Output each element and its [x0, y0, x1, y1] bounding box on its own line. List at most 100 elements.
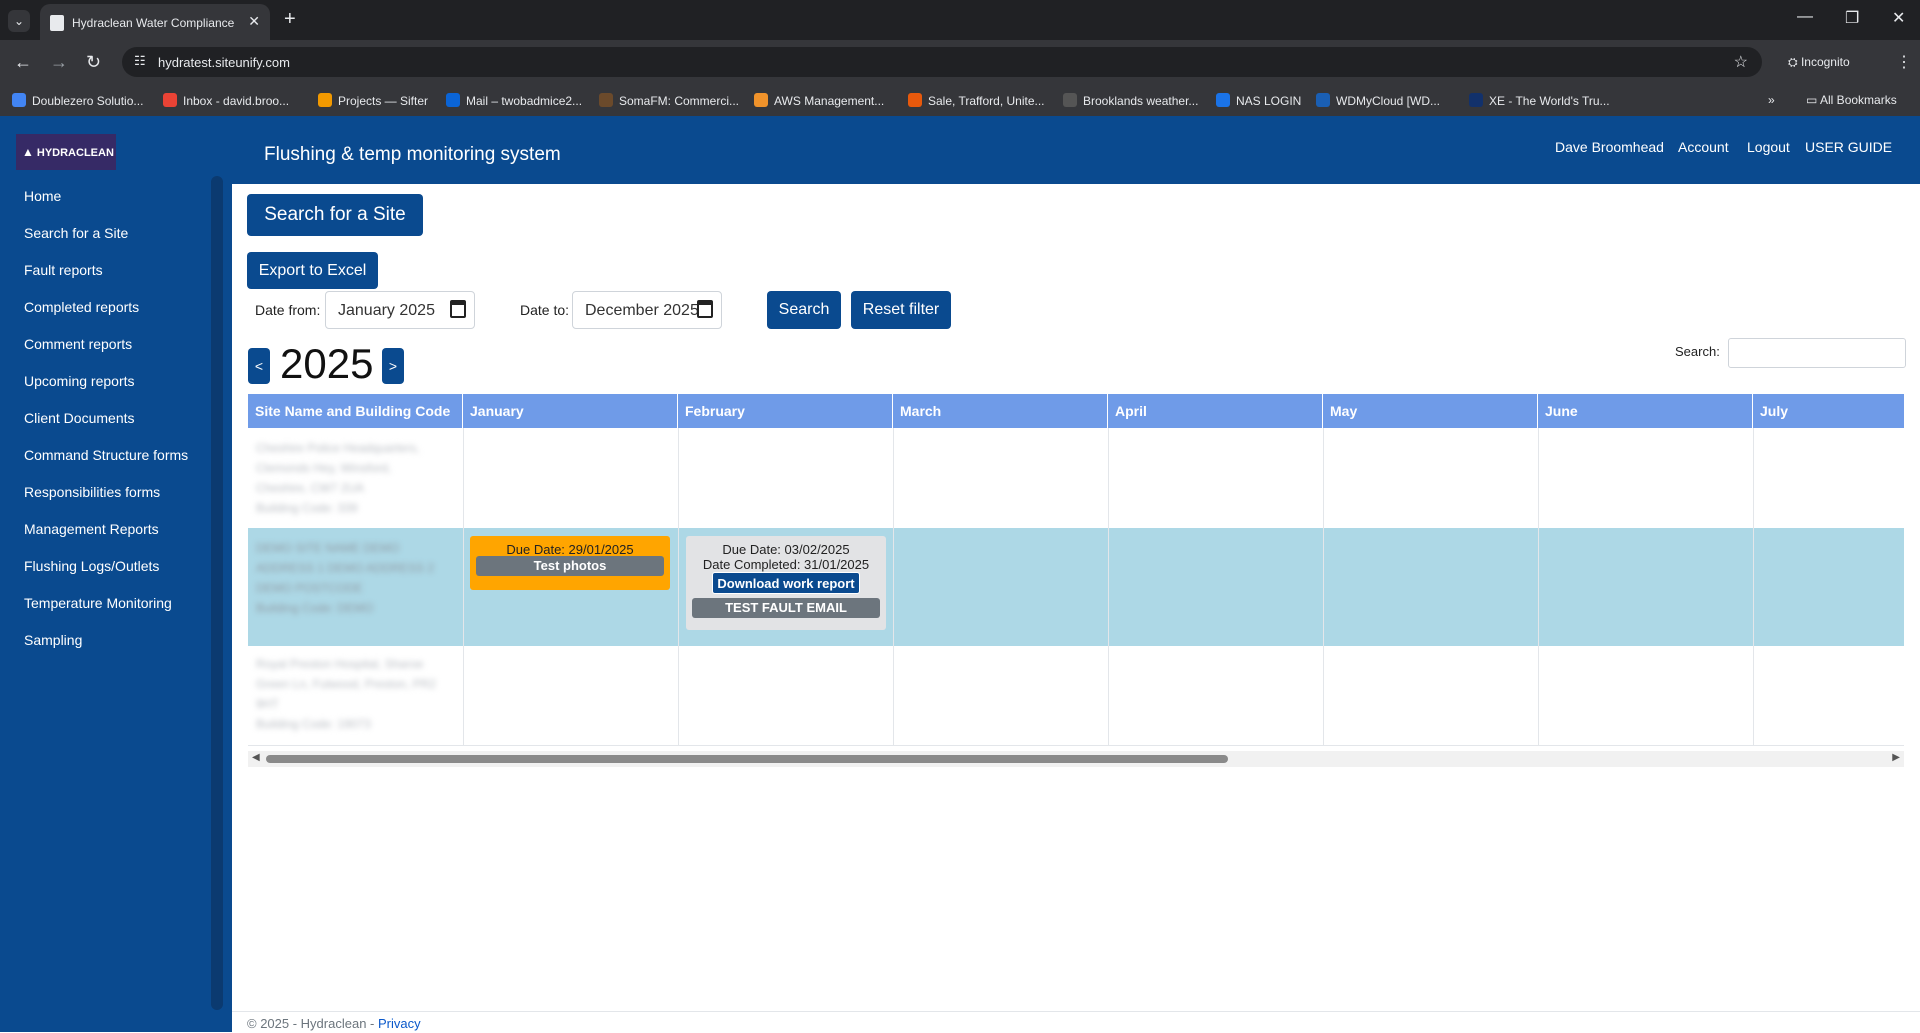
column-header[interactable]: June [1538, 394, 1753, 428]
browser-tab-bar: ⌄ Hydraclean Water Compliance ✕ + — ❐ ✕ [0, 0, 1920, 40]
search-site-button[interactable]: Search for a Site [247, 194, 423, 236]
reload-icon[interactable]: ↻ [86, 52, 101, 73]
sidebar-item-flushing-logs-outlets[interactable]: Flushing Logs/Outlets [24, 558, 159, 574]
url-text[interactable]: hydratest.siteunify.com [158, 55, 290, 70]
close-window-icon[interactable]: ✕ [1892, 8, 1905, 28]
privacy-link[interactable]: Privacy [378, 1016, 421, 1031]
sidebar-item-completed-reports[interactable]: Completed reports [24, 299, 139, 315]
scroll-left-icon[interactable]: ◀ [252, 752, 260, 763]
bookmark-item[interactable]: Brooklands weather... [1063, 93, 1198, 108]
search-button[interactable]: Search [767, 291, 841, 329]
bookmark-favicon-icon [446, 93, 460, 107]
bookmark-label: Sale, Trafford, Unite... [928, 94, 1045, 108]
user-name-link[interactable]: Dave Broomhead [1555, 139, 1664, 155]
test-fault-email-button[interactable]: TEST FAULT EMAIL [692, 598, 880, 618]
site-line: Cheshire, CW7 2UA [256, 481, 365, 495]
column-header[interactable]: April [1108, 394, 1323, 428]
bookmark-item[interactable]: AWS Management... [754, 93, 884, 108]
date-from-input[interactable]: January 2025 [325, 291, 475, 329]
current-year: 2025 [280, 340, 374, 387]
horizontal-scrollbar[interactable]: ◀ ▶ [248, 751, 1904, 767]
table-search-label: Search: [1675, 344, 1720, 359]
bookmark-item[interactable]: XE - The World's Tru... [1469, 93, 1610, 108]
column-header[interactable]: July [1753, 394, 1920, 428]
bookmark-item[interactable]: Doublezero Solutio... [12, 93, 143, 108]
bookmark-label: WDMyCloud [WD... [1336, 94, 1441, 108]
date-to-input[interactable]: December 2025 [572, 291, 722, 329]
back-icon[interactable]: ← [14, 52, 32, 73]
forward-icon[interactable]: → [50, 52, 68, 73]
sidebar-item-sampling[interactable]: Sampling [24, 632, 82, 648]
calendar-icon[interactable] [450, 300, 466, 318]
bookmark-item[interactable]: NAS LOGIN [1216, 93, 1301, 108]
site-line: Cheshire Police Headquarters, [256, 441, 420, 455]
reset-filter-button[interactable]: Reset filter [851, 291, 951, 329]
test-photos-button[interactable]: Test photos [476, 556, 664, 576]
minimize-icon[interactable]: — [1797, 8, 1813, 26]
omnibox[interactable]: ☷ hydratest.siteunify.com ☆ [122, 47, 1762, 77]
browser-menu-icon[interactable]: ⋮ [1896, 52, 1912, 72]
sidebar-item-fault-reports[interactable]: Fault reports [24, 262, 103, 278]
account-link[interactable]: Account [1678, 139, 1729, 155]
prev-year-button[interactable]: < [248, 348, 270, 384]
logout-link[interactable]: Logout [1747, 139, 1790, 155]
column-divider [1753, 428, 1754, 746]
scroll-right-icon[interactable]: ▶ [1892, 752, 1900, 763]
download-work-report-button[interactable]: Download work report [712, 572, 860, 594]
browser-tab[interactable]: Hydraclean Water Compliance ✕ [40, 4, 270, 40]
bookmark-item[interactable]: SomaFM: Commerci... [599, 93, 739, 108]
bookmark-label: Projects — Sifter [338, 94, 429, 108]
sidebar-item-responsibilities-forms[interactable]: Responsibilities forms [24, 484, 160, 500]
incognito-label: Incognito [1800, 55, 1850, 69]
bookmark-label: Brooklands weather... [1083, 94, 1199, 108]
bookmark-star-icon[interactable]: ☆ [1734, 52, 1748, 72]
sidebar-item-command-structure-forms[interactable]: Command Structure forms [24, 447, 188, 463]
bookmark-item[interactable]: Inbox - david.broo... [163, 93, 289, 108]
sidebar-item-upcoming-reports[interactable]: Upcoming reports [24, 373, 135, 389]
address-bar-row: ← → ↻ ☷ hydratest.siteunify.com ☆ ⛭ Inco… [0, 40, 1920, 84]
site-cell: Royal Preston Hospital, Sharoe Green Ln,… [256, 654, 456, 734]
bookmark-favicon-icon [163, 93, 177, 107]
bookmark-item[interactable]: Sale, Trafford, Unite... [908, 93, 1045, 108]
restore-icon[interactable]: ❐ [1845, 8, 1859, 28]
tab-search-button[interactable]: ⌄ [8, 10, 30, 32]
sidebar-item-temperature-monitoring[interactable]: Temperature Monitoring [24, 595, 172, 611]
bookmark-favicon-icon [1216, 93, 1230, 107]
schedule-table: Site Name and Building Code January Februa… [248, 394, 1904, 746]
scrollbar-thumb[interactable] [266, 755, 1228, 763]
calendar-icon[interactable] [697, 300, 713, 318]
column-header[interactable]: February [678, 394, 893, 428]
column-header[interactable]: Site Name and Building Code [248, 394, 463, 428]
close-tab-icon[interactable]: ✕ [248, 13, 260, 30]
footer: © 2025 - Hydraclean - Privacy [232, 1011, 1920, 1032]
table-search-input[interactable] [1728, 338, 1906, 368]
due-date-text: Due Date: 03/02/2025 [722, 542, 850, 557]
sidebar-item-search-for-a-site[interactable]: Search for a Site [24, 225, 128, 241]
sidebar-item-management-reports[interactable]: Management Reports [24, 521, 159, 537]
bookmark-item[interactable]: WDMyCloud [WD... [1316, 93, 1440, 108]
bookmark-label: SomaFM: Commerci... [619, 94, 740, 108]
column-divider [1108, 428, 1109, 746]
main-content: Search for a Site Export to Excel Date f… [232, 184, 1920, 1032]
bookmark-item[interactable]: Projects — Sifter [318, 93, 428, 108]
column-header[interactable]: May [1323, 394, 1538, 428]
column-header[interactable]: January [463, 394, 678, 428]
hydraclean-logo[interactable]: ▲ HYDRACLEAN [16, 134, 116, 170]
all-bookmarks[interactable]: ▭ All Bookmarks [1806, 93, 1897, 107]
date-from-label: Date from: [255, 302, 321, 318]
sidebar-item-home[interactable]: Home [24, 188, 61, 204]
new-tab-button[interactable]: + [284, 8, 296, 31]
more-bookmarks-icon[interactable]: » [1768, 93, 1775, 107]
next-year-button[interactable]: > [382, 348, 404, 384]
sidebar-scrollbar[interactable] [211, 176, 223, 1010]
incognito-icon: ⛭ [1788, 55, 1801, 69]
user-guide-link[interactable]: USER GUIDE [1805, 139, 1892, 155]
column-divider [893, 428, 894, 746]
sidebar-item-comment-reports[interactable]: Comment reports [24, 336, 132, 352]
incognito-badge[interactable]: ⛭ Incognito [1776, 50, 1888, 74]
column-header[interactable]: March [893, 394, 1108, 428]
export-excel-button[interactable]: Export to Excel [247, 252, 378, 289]
site-info-icon[interactable]: ☷ [134, 53, 146, 69]
sidebar-item-client-documents[interactable]: Client Documents [24, 410, 135, 426]
bookmark-item[interactable]: Mail – twobadmice2... [446, 93, 582, 108]
